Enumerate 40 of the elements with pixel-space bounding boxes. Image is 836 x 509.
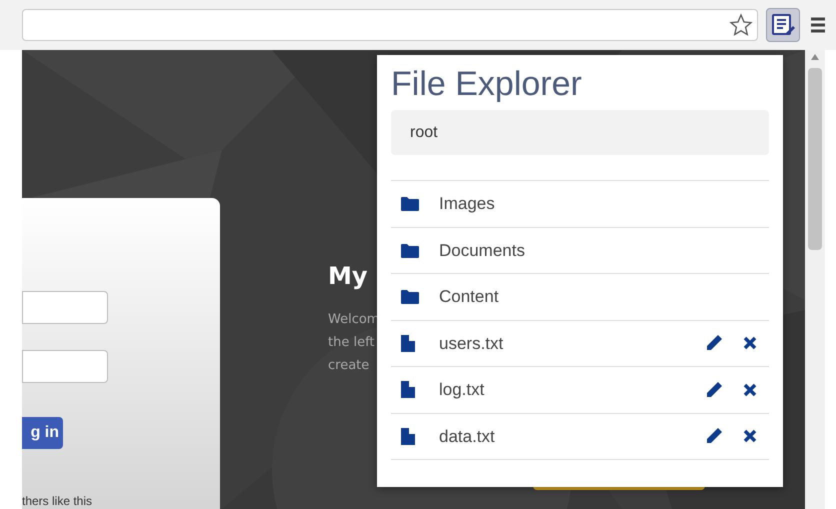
file-list-item[interactable]: data.txt — [391, 414, 769, 460]
pencil-icon[interactable] — [705, 427, 723, 446]
scrollbar-thumb[interactable] — [808, 68, 822, 250]
login-button[interactable]: g in — [22, 417, 63, 449]
file-icon — [401, 334, 415, 352]
extension-button[interactable] — [766, 8, 800, 42]
text-field[interactable] — [22, 291, 108, 324]
notepad-icon — [771, 13, 795, 37]
folder-icon — [401, 289, 419, 304]
path-field[interactable]: root — [391, 110, 769, 155]
scrollbar[interactable] — [805, 50, 825, 509]
close-icon[interactable] — [743, 382, 757, 397]
file-list-item[interactable]: log.txt — [391, 367, 769, 414]
pencil-icon[interactable] — [705, 334, 723, 352]
star-icon[interactable] — [729, 13, 753, 37]
text-field[interactable] — [22, 350, 108, 383]
footer-text: thers like this — [22, 495, 94, 507]
file-icon — [401, 381, 415, 398]
item-name: Content — [439, 286, 500, 308]
file-list-item[interactable]: Content — [391, 274, 769, 320]
item-name: data.txt — [439, 426, 496, 448]
popup-title: File Explorer — [391, 64, 583, 105]
file-icon — [401, 428, 415, 445]
menu-icon[interactable] — [808, 15, 828, 35]
close-icon[interactable] — [743, 336, 757, 350]
item-name: Documents — [439, 240, 526, 262]
item-name: log.txt — [439, 379, 486, 401]
item-name: users.txt — [439, 332, 504, 354]
intro-heading: My — [328, 264, 369, 288]
intro-text: create — [328, 357, 370, 375]
file-list-item[interactable]: Images — [391, 181, 769, 228]
item-name: Images — [439, 193, 496, 215]
pencil-icon[interactable] — [705, 380, 723, 399]
close-icon[interactable] — [743, 429, 757, 444]
folder-icon — [401, 242, 419, 258]
file-list-item[interactable]: Documents — [391, 228, 769, 274]
folder-icon — [401, 196, 419, 212]
intro-text: the left — [328, 334, 376, 352]
scroll-up-icon[interactable] — [811, 54, 819, 60]
file-list-item[interactable]: users.txt — [391, 320, 769, 367]
